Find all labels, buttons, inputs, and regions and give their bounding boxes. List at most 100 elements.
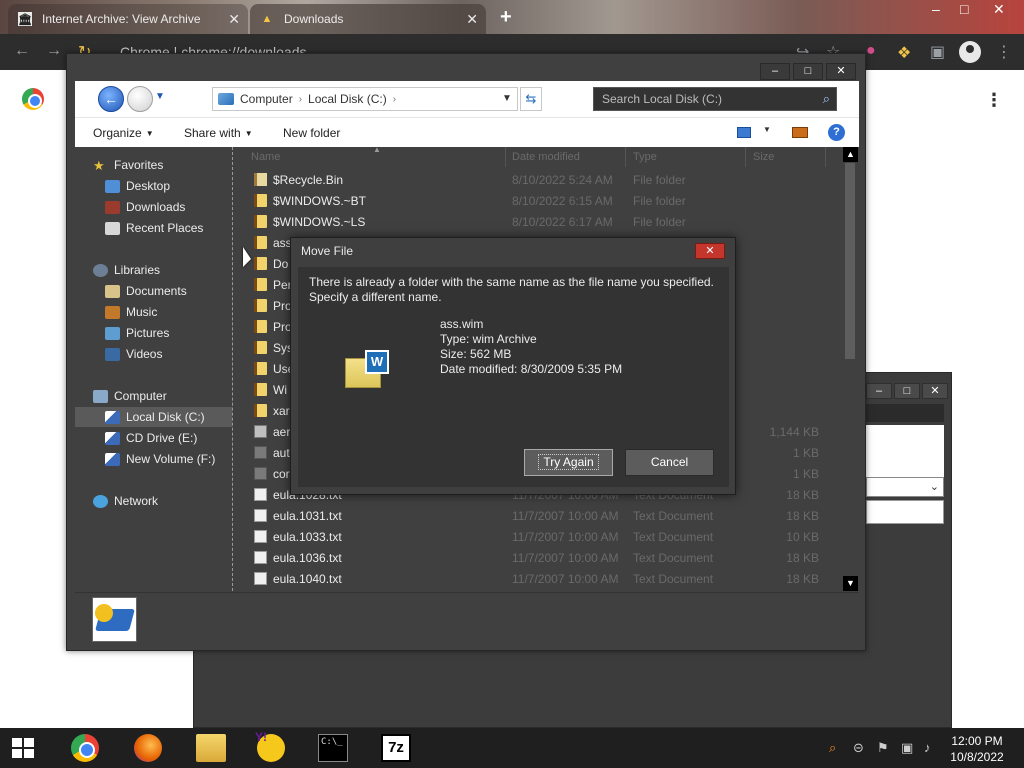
minimize-button[interactable]: –: [932, 1, 940, 17]
file-row[interactable]: eula.1031.txt 11/7/2007 10:00 AM Text Docu…: [233, 505, 841, 526]
breadcrumb-separator-icon[interactable]: ›: [393, 94, 396, 105]
file-row[interactable]: eula.1036.txt 11/7/2007 10:00 AM Text Docu…: [233, 547, 841, 568]
column-type[interactable]: Type: [633, 151, 657, 163]
search-input[interactable]: Search Local Disk (C:) ⌕: [593, 87, 837, 111]
share-with-button[interactable]: Share with ▼: [184, 126, 253, 140]
close-tab-icon[interactable]: ✕: [466, 11, 478, 28]
new-tab-button[interactable]: +: [500, 6, 512, 29]
page-menu-kebab-icon[interactable]: ⋮: [985, 90, 1003, 111]
close-window-button[interactable]: ✕: [993, 1, 1005, 18]
bg-dropdown[interactable]: ⌄: [866, 477, 944, 497]
column-divider[interactable]: [505, 147, 506, 167]
nav-documents[interactable]: Documents: [105, 281, 187, 301]
close-tab-icon[interactable]: ✕: [228, 11, 240, 28]
7zip-taskbar-icon[interactable]: 7z: [381, 734, 411, 762]
computer-icon: [93, 389, 108, 403]
nav-label: Computer: [114, 389, 167, 403]
column-divider[interactable]: [745, 147, 746, 167]
extensions-puzzle-icon[interactable]: ❖: [897, 43, 915, 62]
file-row[interactable]: $WINDOWS.~LS 8/10/2022 6:17 AM File folder: [233, 211, 841, 232]
flag-tray-icon[interactable]: ⚑: [877, 740, 889, 756]
explorer-close-button[interactable]: ✕: [826, 63, 856, 80]
try-again-button[interactable]: Try Again: [524, 449, 613, 476]
file-row[interactable]: eula.1033.txt 11/7/2007 10:00 AM Text Docu…: [233, 526, 841, 547]
nav-network[interactable]: Network: [93, 491, 158, 511]
yahoo-messenger-taskbar-icon[interactable]: Y!: [255, 730, 285, 762]
file-name: Do: [273, 257, 289, 271]
nav-cd-drive-e[interactable]: CD Drive (E:): [105, 428, 197, 448]
explorer-minimize-button[interactable]: –: [760, 63, 790, 80]
nav-new-volume-f[interactable]: New Volume (F:): [105, 449, 215, 469]
minus-circle-tray-icon[interactable]: ⊝: [853, 740, 864, 756]
command-prompt-taskbar-icon[interactable]: C:\_: [318, 734, 348, 762]
nav-computer[interactable]: Computer: [93, 386, 167, 406]
column-divider[interactable]: [825, 147, 826, 167]
file-row[interactable]: $WINDOWS.~BT 8/10/2022 6:15 AM File folder: [233, 190, 841, 211]
search-tray-icon[interactable]: ⌕: [829, 740, 836, 756]
tab-internet-archive[interactable]: 🏛 Internet Archive: View Archive ✕: [8, 4, 248, 34]
nav-libraries[interactable]: Libraries: [93, 260, 160, 280]
clock-time[interactable]: 12:00 PM: [945, 734, 1009, 748]
documents-icon: [105, 284, 120, 298]
bg-close-button[interactable]: ✕: [922, 383, 948, 399]
volume-tray-icon[interactable]: ♪: [924, 740, 931, 755]
history-dropdown-icon[interactable]: ▼: [155, 91, 165, 102]
bg-maximize-button[interactable]: □: [894, 383, 920, 399]
back-button[interactable]: ←: [98, 86, 124, 112]
scrollbar-thumb[interactable]: [845, 163, 855, 359]
forward-arrow-icon[interactable]: →: [46, 42, 62, 60]
scroll-down-icon[interactable]: ▼: [843, 576, 858, 591]
share-with-label: Share with: [184, 126, 241, 140]
address-bar[interactable]: Computer › Local Disk (C:) ›: [212, 87, 518, 111]
back-arrow-icon[interactable]: ←: [14, 42, 30, 60]
nav-videos[interactable]: Videos: [105, 344, 162, 364]
file-explorer-taskbar-icon[interactable]: [196, 734, 226, 762]
network-tray-icon[interactable]: ▣: [901, 740, 913, 756]
forward-button[interactable]: [127, 86, 153, 112]
nav-recent-places[interactable]: Recent Places: [105, 218, 203, 238]
breadcrumb-computer[interactable]: Computer: [240, 92, 293, 106]
organize-button[interactable]: Organize ▼: [93, 126, 154, 140]
tab-downloads[interactable]: ▲ Downloads ✕: [250, 4, 486, 34]
desktop-icon: [105, 179, 120, 193]
cancel-button[interactable]: Cancel: [625, 449, 714, 476]
help-icon[interactable]: ?: [828, 124, 845, 141]
nav-local-disk-c[interactable]: Local Disk (C:): [75, 407, 232, 427]
clock-date[interactable]: 10/8/2022: [945, 750, 1009, 764]
file-size: 18 KB: [786, 509, 819, 523]
bg-minimize-button[interactable]: –: [866, 383, 892, 399]
column-name[interactable]: Name: [251, 151, 280, 163]
nav-downloads[interactable]: Downloads: [105, 197, 185, 217]
nav-desktop[interactable]: Desktop: [105, 176, 170, 196]
address-dropdown-icon[interactable]: ▼: [502, 87, 512, 111]
extension-icon[interactable]: ●: [866, 42, 876, 60]
vertical-scrollbar[interactable]: ▲ ▼: [842, 147, 859, 591]
windows-start-icon[interactable]: [12, 738, 34, 758]
scroll-up-icon[interactable]: ▲: [843, 147, 858, 162]
column-divider[interactable]: [625, 147, 626, 167]
breadcrumb-separator-icon[interactable]: ›: [299, 94, 302, 105]
new-folder-button[interactable]: New folder: [283, 126, 340, 140]
change-view-icon[interactable]: [737, 127, 751, 138]
refresh-button[interactable]: ⇆: [520, 87, 542, 111]
column-date-modified[interactable]: Date modified: [512, 151, 580, 163]
firefox-taskbar-icon[interactable]: [134, 734, 162, 762]
nav-favorites[interactable]: ★ Favorites: [93, 155, 163, 175]
side-panel-icon[interactable]: ▣: [930, 42, 945, 62]
search-icon[interactable]: ⌕: [823, 91, 830, 107]
dialog-close-button[interactable]: ✕: [695, 243, 725, 259]
file-row[interactable]: eula.1040.txt 11/7/2007 10:00 AM Text Docu…: [233, 568, 841, 589]
chrome-taskbar-icon[interactable]: [71, 734, 99, 762]
column-size[interactable]: Size: [753, 151, 774, 163]
menu-kebab-icon[interactable]: ⋮: [996, 42, 1012, 62]
profile-avatar[interactable]: [959, 41, 981, 63]
file-row[interactable]: $Recycle.Bin 8/10/2022 5:24 AM File folder: [233, 169, 841, 190]
view-dropdown-icon[interactable]: ▼: [763, 125, 771, 134]
nav-pictures[interactable]: Pictures: [105, 323, 169, 343]
bg-input[interactable]: [866, 500, 944, 524]
explorer-maximize-button[interactable]: □: [793, 63, 823, 80]
nav-music[interactable]: Music: [105, 302, 157, 322]
breadcrumb-local-disk[interactable]: Local Disk (C:): [308, 92, 387, 106]
maximize-button[interactable]: □: [960, 1, 968, 17]
preview-pane-icon[interactable]: [792, 127, 808, 138]
